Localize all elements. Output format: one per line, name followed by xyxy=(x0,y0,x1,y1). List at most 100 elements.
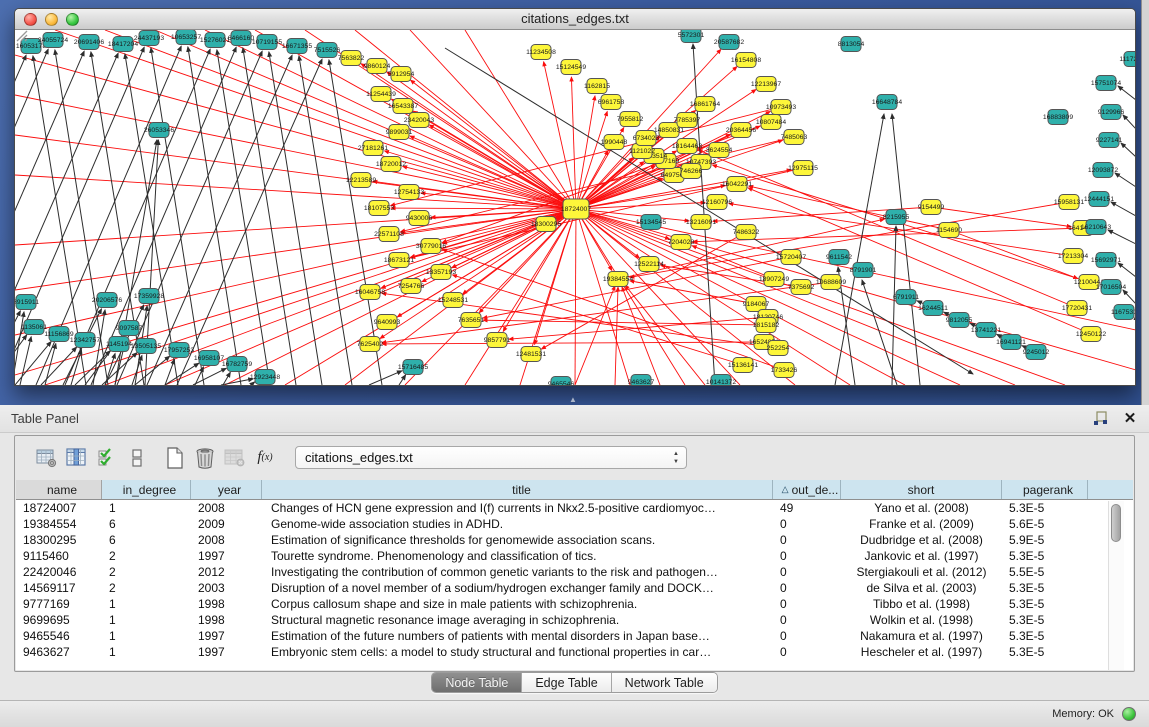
graph-node[interactable]: 7485063 xyxy=(781,130,808,145)
graph-node[interactable]: 1733426 xyxy=(771,363,798,378)
graph-node[interactable]: 1167531 xyxy=(1111,305,1135,320)
column-header-title[interactable]: title xyxy=(262,480,773,499)
black-edge[interactable] xyxy=(1108,230,1135,244)
tab-node-table[interactable]: Node Table xyxy=(432,673,522,692)
graph-node[interactable]: 7204028 xyxy=(668,235,695,250)
black-edge[interactable] xyxy=(1121,143,1135,157)
graph-node[interactable]: 15751074 xyxy=(1091,76,1121,91)
graph-node[interactable]: 7955812 xyxy=(617,112,644,127)
graph-node[interactable]: 7375692 xyxy=(788,280,815,295)
network-canvas[interactable]: 1605317824055724206914061841720424437193… xyxy=(15,30,1135,385)
tab-network-table[interactable]: Network Table xyxy=(612,673,717,692)
splitter-handle-icon[interactable]: ▲ xyxy=(569,395,577,404)
black-edge[interactable] xyxy=(399,375,406,385)
black-edge[interactable] xyxy=(217,50,270,385)
black-edge[interactable] xyxy=(1123,290,1135,304)
graph-node[interactable]: 7515526 xyxy=(314,43,341,58)
graph-node[interactable]: 15716485 xyxy=(398,360,428,375)
graph-node[interactable]: 15124549 xyxy=(556,60,586,75)
graph-node[interactable]: 10688609 xyxy=(816,275,846,290)
graph-node[interactable]: 12213967 xyxy=(751,77,781,92)
column-header-year[interactable]: year xyxy=(191,480,262,499)
black-edge[interactable] xyxy=(892,114,920,385)
table-row[interactable]: 1872400712008Changes of HCN gene express… xyxy=(16,500,1133,516)
graph-node[interactable]: 12975115 xyxy=(788,161,818,176)
graph-node[interactable]: 13216091 xyxy=(686,215,716,230)
close-panel-icon[interactable]: ✕ xyxy=(1122,411,1138,427)
column-header-pagerank[interactable]: pagerank xyxy=(1002,480,1088,499)
new-table-icon[interactable] xyxy=(163,445,187,471)
graph-node[interactable]: 7486322 xyxy=(733,225,760,240)
black-edge[interactable] xyxy=(243,48,296,385)
graph-node[interactable]: 20691406 xyxy=(74,35,104,50)
graph-node[interactable]: 11172201 xyxy=(1119,52,1135,67)
graph-node[interactable]: 24437193 xyxy=(134,31,164,46)
black-edge[interactable] xyxy=(1111,202,1135,216)
column-header-short[interactable]: short xyxy=(841,480,1002,499)
graph-node[interactable]: 9129966 xyxy=(1098,105,1125,120)
graph-node[interactable]: 9227141 xyxy=(1096,133,1123,148)
graph-node[interactable]: 16154808 xyxy=(731,53,761,68)
graph-node[interactable]: 18673121 xyxy=(384,253,414,268)
column-header-outdeg[interactable]: △out_de... xyxy=(773,480,841,499)
graph-node[interactable]: 16861764 xyxy=(690,97,720,112)
graph-node[interactable]: 16671355 xyxy=(282,39,312,54)
graph-node[interactable]: 18107553 xyxy=(364,201,394,216)
column-header-indeg[interactable]: in_degree xyxy=(102,480,191,499)
graph-node[interactable]: 17359928 xyxy=(134,289,164,304)
graph-node[interactable]: 9899031 xyxy=(386,125,413,140)
red-edge[interactable] xyxy=(576,209,630,385)
graph-node[interactable]: 1145194 xyxy=(106,337,132,352)
graph-node[interactable]: 8813054 xyxy=(838,37,865,52)
black-edge[interactable] xyxy=(1123,115,1135,129)
black-edge[interactable] xyxy=(269,52,322,385)
table-row[interactable]: 946554611997Estimation of the future num… xyxy=(16,628,1133,644)
red-edge[interactable] xyxy=(45,209,576,385)
graph-node[interactable]: 7635651 xyxy=(458,313,485,328)
graph-node[interactable]: 20206576 xyxy=(92,293,122,308)
graph-node[interactable]: 20587682 xyxy=(714,35,744,50)
graph-node[interactable]: 12754133 xyxy=(394,185,424,200)
graph-node[interactable]: 18724007 xyxy=(561,199,591,219)
graph-node[interactable]: 3915911 xyxy=(15,295,39,310)
graph-node[interactable]: 6791911 xyxy=(893,290,919,305)
table-settings-icon[interactable] xyxy=(35,445,59,471)
graph-node[interactable]: 8215955 xyxy=(883,210,910,225)
graph-node[interactable]: 19384554 xyxy=(603,272,633,287)
graph-node[interactable]: 9430006 xyxy=(406,211,433,226)
graph-node[interactable]: 9640993 xyxy=(374,315,401,330)
close-window-icon[interactable] xyxy=(24,13,37,26)
minimize-window-icon[interactable] xyxy=(45,13,58,26)
graph-node[interactable]: 252254 xyxy=(767,341,790,356)
tab-edge-table[interactable]: Edge Table xyxy=(522,673,611,692)
black-edge[interactable] xyxy=(1118,86,1135,100)
black-edge[interactable] xyxy=(862,280,897,385)
graph-node[interactable]: 7625402 xyxy=(357,337,384,352)
graph-node[interactable]: 12160796 xyxy=(702,195,732,210)
graph-node[interactable]: 9154499 xyxy=(918,200,945,215)
red-edge[interactable] xyxy=(541,232,746,349)
black-edge[interactable] xyxy=(165,363,199,385)
row-height-icon[interactable] xyxy=(125,445,149,471)
graph-node[interactable]: 9860124 xyxy=(364,59,391,74)
table-row[interactable]: 946362711997Embryonic stem cells: a mode… xyxy=(16,644,1133,660)
table-select-dropdown[interactable]: citations_edges.txt ▲▼ xyxy=(295,446,687,469)
graph-node[interactable]: 26053346 xyxy=(144,123,174,138)
graph-node[interactable]: 5912954 xyxy=(388,67,415,82)
graph-node[interactable]: 7785397 xyxy=(674,113,701,128)
black-edge[interactable] xyxy=(1115,173,1135,187)
select-column-icon[interactable] xyxy=(65,445,89,471)
graph-node[interactable]: 1135061 xyxy=(21,320,47,335)
graph-node[interactable]: 6734023 xyxy=(633,131,660,146)
red-edge[interactable] xyxy=(391,208,576,209)
graph-node[interactable]: 9857791 xyxy=(484,333,511,348)
red-edge[interactable] xyxy=(615,287,618,385)
graph-node[interactable]: 13505135 xyxy=(131,339,161,354)
graph-node[interactable]: 1990448 xyxy=(601,135,628,150)
graph-node[interactable]: 9812055 xyxy=(946,313,973,328)
delete-column-trash-icon[interactable] xyxy=(193,445,217,471)
black-edge[interactable] xyxy=(369,371,402,385)
graph-node[interactable]: 16042291 xyxy=(722,177,752,192)
graph-node[interactable]: 16883809 xyxy=(1043,110,1073,125)
red-edge[interactable] xyxy=(575,209,576,385)
